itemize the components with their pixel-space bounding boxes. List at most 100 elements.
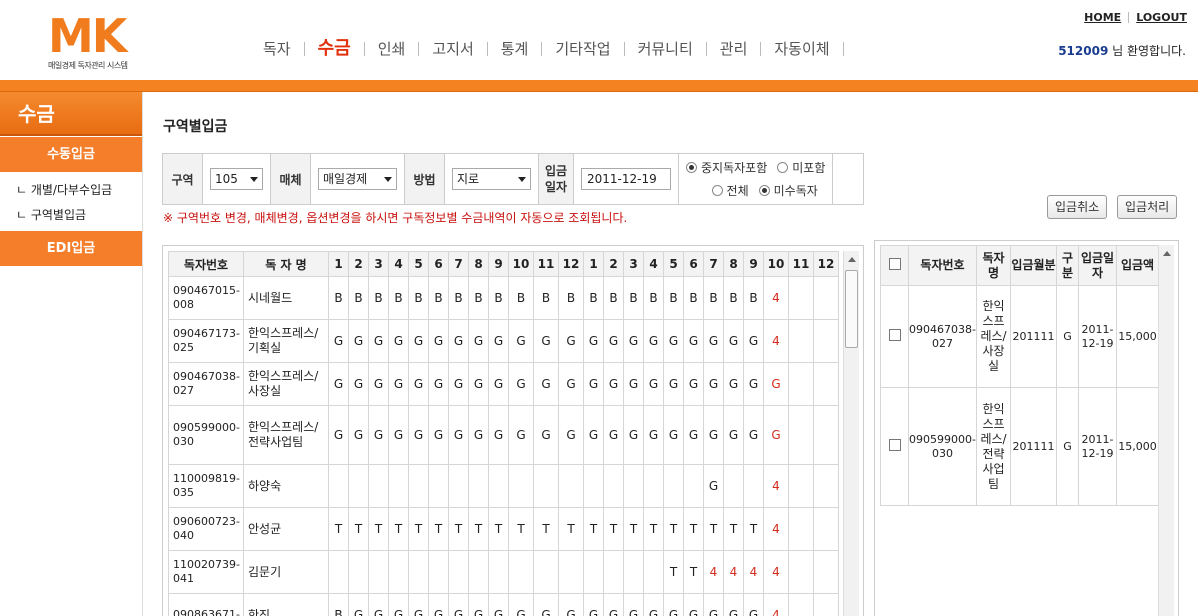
month-status-cell[interactable]: 4 (763, 593, 789, 616)
nav-item[interactable]: 자동이체 (761, 38, 842, 60)
month-status-cell[interactable] (508, 464, 534, 508)
month-status-cell[interactable] (583, 464, 604, 508)
month-status-cell[interactable] (723, 464, 744, 508)
month-status-cell[interactable]: T (468, 507, 489, 551)
month-status-cell[interactable]: G (408, 593, 429, 616)
month-status-cell[interactable] (408, 464, 429, 508)
month-status-cell[interactable]: G (643, 593, 664, 616)
month-status-cell[interactable] (623, 550, 644, 594)
area-select[interactable]: 105 (210, 168, 263, 190)
month-status-cell[interactable]: B (603, 276, 624, 320)
month-status-cell[interactable]: B (428, 276, 449, 320)
month-status-cell[interactable]: G (448, 405, 469, 465)
table-row[interactable]: 110009819- 035 하양숙 G 4 (168, 464, 839, 508)
month-status-cell[interactable]: G (388, 405, 409, 465)
month-status-cell[interactable]: B (488, 276, 509, 320)
month-status-cell[interactable]: T (388, 507, 409, 551)
month-status-cell[interactable] (558, 464, 584, 508)
month-status-cell[interactable]: G (508, 593, 534, 616)
month-status-cell[interactable] (508, 550, 534, 594)
month-status-cell[interactable]: G (368, 405, 389, 465)
sidebar-item-manual-deposit[interactable]: 수동입금 (0, 136, 142, 172)
month-status-cell[interactable] (488, 550, 509, 594)
nav-item[interactable]: 기타작업 (542, 38, 623, 60)
month-status-cell[interactable]: G (663, 319, 684, 363)
month-status-cell[interactable] (788, 405, 814, 465)
sidebar-item-edi-deposit[interactable]: EDI입금 (0, 230, 142, 266)
radio-unpaid[interactable]: 미수독자 (758, 182, 818, 199)
month-status-cell[interactable]: G (703, 319, 724, 363)
month-status-cell[interactable]: G (388, 319, 409, 363)
date-input[interactable]: 2011-12-19 (581, 168, 671, 190)
table-row[interactable]: 090863671- 한진 B G G G G G G G G G G G G G G G G G G G G 4 (168, 593, 839, 616)
table-row[interactable]: 090467038- 027 한익스프레스/사장실 201111 G 2011- 12-19… (880, 285, 1159, 388)
month-status-cell[interactable]: B (743, 276, 764, 320)
month-status-cell[interactable]: 4 (763, 507, 789, 551)
month-status-cell[interactable]: G (623, 319, 644, 363)
month-status-cell[interactable]: B (468, 276, 489, 320)
month-status-cell[interactable]: G (448, 593, 469, 616)
row-checkbox[interactable] (888, 328, 901, 341)
month-status-cell[interactable]: G (583, 319, 604, 363)
month-status-cell[interactable] (348, 464, 369, 508)
month-status-cell[interactable]: G (743, 362, 764, 406)
month-status-cell[interactable] (788, 319, 814, 363)
month-status-cell[interactable]: T (643, 507, 664, 551)
month-status-cell[interactable]: G (583, 362, 604, 406)
month-status-cell[interactable]: G (643, 405, 664, 465)
sidebar-subitem-individual[interactable]: ㄴ 개별/다부수입금 (0, 178, 142, 203)
month-status-cell[interactable]: G (328, 405, 349, 465)
month-status-cell[interactable]: G (428, 362, 449, 406)
month-status-cell[interactable]: G (763, 362, 789, 406)
month-status-cell[interactable] (788, 276, 814, 320)
vertical-scrollbar[interactable] (843, 251, 859, 616)
month-status-cell[interactable]: G (508, 362, 534, 406)
month-status-cell[interactable] (788, 464, 814, 508)
month-status-cell[interactable]: G (663, 405, 684, 465)
month-status-cell[interactable]: B (723, 276, 744, 320)
month-status-cell[interactable]: G (663, 362, 684, 406)
month-status-cell[interactable] (788, 550, 814, 594)
method-select[interactable]: 지로 (452, 168, 531, 190)
month-status-cell[interactable] (558, 550, 584, 594)
month-status-cell[interactable] (388, 464, 409, 508)
month-status-cell[interactable]: G (348, 362, 369, 406)
table-row[interactable]: 090599000- 030 한익스프레스/전략사업팀 G G G G G G G G G G G G G G G… (168, 405, 839, 465)
month-status-cell[interactable] (788, 507, 814, 551)
month-status-cell[interactable]: B (533, 276, 559, 320)
month-status-cell[interactable]: G (468, 362, 489, 406)
month-status-cell[interactable]: G (468, 405, 489, 465)
month-status-cell[interactable] (623, 464, 644, 508)
month-status-cell[interactable]: G (368, 362, 389, 406)
month-status-cell[interactable]: T (743, 507, 764, 551)
month-status-cell[interactable] (813, 593, 839, 616)
month-status-cell[interactable] (328, 550, 349, 594)
nav-item[interactable]: 통계 (488, 38, 542, 60)
month-status-cell[interactable]: G (368, 593, 389, 616)
month-status-cell[interactable] (788, 362, 814, 406)
month-status-cell[interactable]: G (703, 362, 724, 406)
month-status-cell[interactable]: G (683, 593, 704, 616)
month-status-cell[interactable]: G (763, 405, 789, 465)
month-status-cell[interactable] (683, 464, 704, 508)
month-status-cell[interactable]: G (558, 593, 584, 616)
month-status-cell[interactable]: T (663, 507, 684, 551)
scrollbar-thumb[interactable] (845, 270, 858, 348)
month-status-cell[interactable]: G (623, 593, 644, 616)
month-status-cell[interactable]: T (683, 507, 704, 551)
month-status-cell[interactable]: B (508, 276, 534, 320)
month-status-cell[interactable]: G (448, 319, 469, 363)
vertical-scrollbar[interactable] (1158, 245, 1174, 616)
month-status-cell[interactable] (368, 550, 389, 594)
logo[interactable]: MK 매일경제 독자관리 시스템 (48, 13, 154, 72)
month-status-cell[interactable]: B (623, 276, 644, 320)
month-status-cell[interactable] (488, 464, 509, 508)
month-status-cell[interactable]: G (348, 593, 369, 616)
month-status-cell[interactable]: B (368, 276, 389, 320)
nav-item[interactable]: 수금 (305, 38, 364, 60)
month-status-cell[interactable]: B (683, 276, 704, 320)
month-status-cell[interactable] (603, 550, 624, 594)
month-status-cell[interactable]: T (703, 507, 724, 551)
month-status-cell[interactable]: 4 (763, 276, 789, 320)
month-status-cell[interactable]: G (583, 593, 604, 616)
